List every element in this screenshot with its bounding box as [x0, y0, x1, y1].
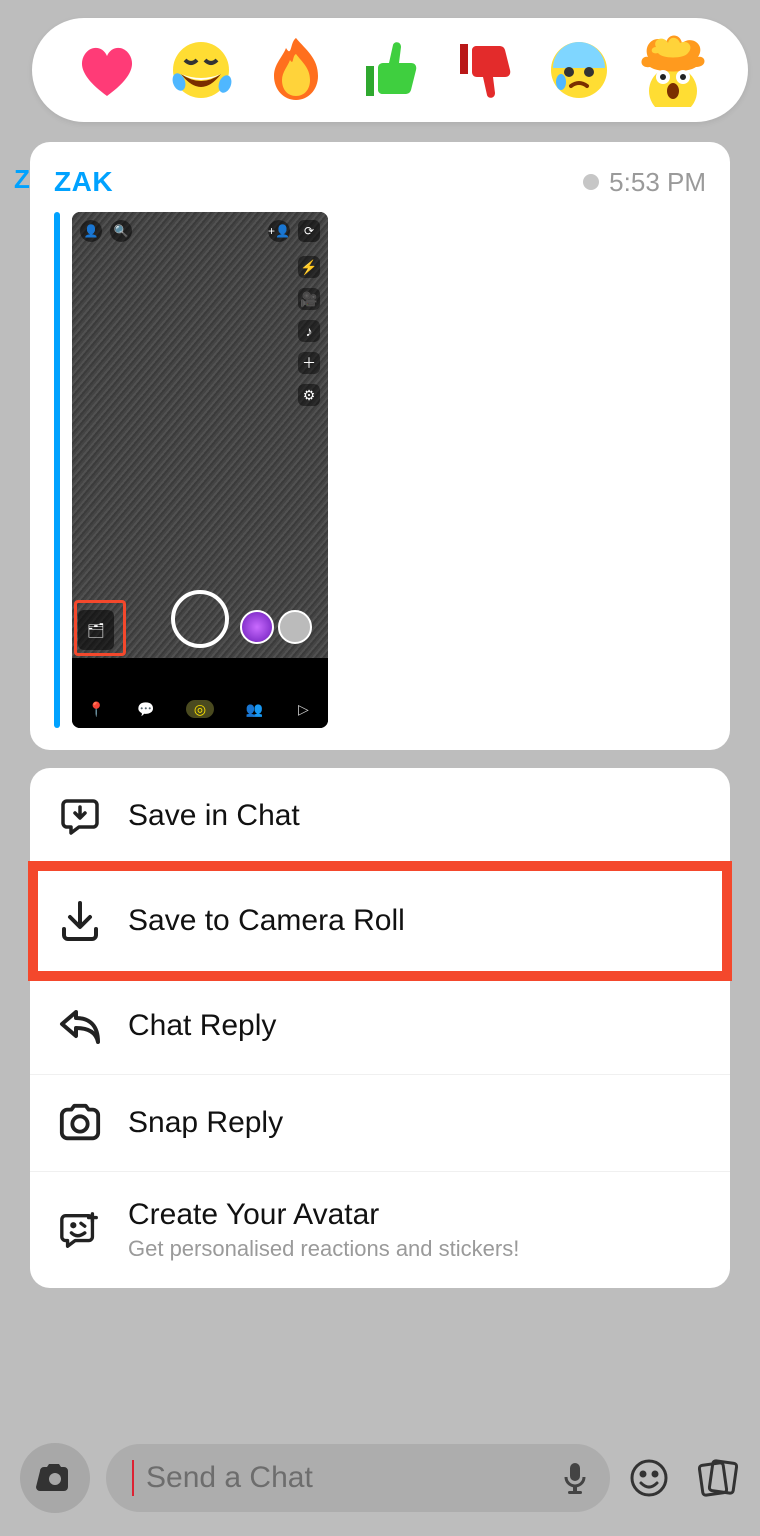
chat-reply-label: Chat Reply: [128, 1009, 276, 1043]
avatar-icon: [58, 1208, 102, 1252]
heart-emoji[interactable]: [70, 33, 144, 107]
emoji-icon[interactable]: [626, 1455, 672, 1501]
fire-emoji[interactable]: [259, 33, 333, 107]
create-avatar-label: Create Your Avatar: [128, 1198, 519, 1232]
save-in-chat-label: Save in Chat: [128, 799, 300, 833]
save-in-chat-item[interactable]: Save in Chat: [30, 768, 730, 864]
chat-icon: 💬: [137, 700, 155, 718]
lens-icon-2: [278, 610, 312, 644]
message-timestamp: 5:53 PM: [583, 167, 706, 198]
gallery-icon[interactable]: [694, 1455, 740, 1501]
shutter-button: [171, 590, 229, 648]
thumbs-up-emoji[interactable]: [353, 33, 427, 107]
chat-input[interactable]: Send a Chat: [106, 1444, 610, 1512]
spotlight-icon: ▷: [294, 700, 312, 718]
music-icon: ♪: [298, 320, 320, 342]
sender-name: ZAK: [54, 166, 113, 198]
search-icon: 🔍: [110, 220, 132, 242]
snap-thumbnail[interactable]: 👤 🔍 +👤 ⟳ ⚡ 🎥 ♪ ＋ ⚙ 🗂: [72, 212, 328, 728]
message-card: ZAK 5:53 PM 👤 🔍 +👤 ⟳ ⚡ 🎥: [30, 142, 730, 750]
crying-emoji[interactable]: [542, 33, 616, 107]
mind-blown-emoji[interactable]: [636, 33, 710, 107]
plus-icon: ＋: [298, 352, 320, 374]
save-to-camera-roll-item[interactable]: Save to Camera Roll: [30, 864, 730, 977]
save-to-camera-roll-label: Save to Camera Roll: [128, 904, 405, 938]
chat-placeholder: Send a Chat: [146, 1461, 550, 1495]
reply-icon: [58, 1004, 102, 1048]
profile-icon: 👤: [80, 220, 102, 242]
message-accent-bar: [54, 212, 60, 728]
stories-icon: 👥: [245, 700, 263, 718]
save-in-chat-icon: [58, 794, 102, 838]
memories-icon: 🗂: [78, 610, 114, 650]
video-icon: 🎥: [298, 288, 320, 310]
camera-button[interactable]: [20, 1443, 90, 1513]
flash-icon: ⚡: [298, 256, 320, 278]
chat-reply-item[interactable]: Chat Reply: [30, 977, 730, 1074]
add-friend-icon: +👤: [268, 220, 290, 242]
download-icon: [58, 899, 102, 943]
mic-icon[interactable]: [562, 1461, 588, 1495]
camera-tab-icon: ◎: [186, 700, 214, 718]
snap-reply-label: Snap Reply: [128, 1106, 283, 1140]
time-text: 5:53 PM: [609, 167, 706, 198]
reaction-bar: [32, 18, 748, 122]
text-cursor: [132, 1460, 134, 1496]
bottom-bar: Send a Chat: [0, 1420, 760, 1536]
snap-reply-item[interactable]: Snap Reply: [30, 1074, 730, 1171]
camera-icon: [58, 1101, 102, 1145]
settings-icon: ⚙: [298, 384, 320, 406]
create-avatar-sub: Get personalised reactions and stickers!: [128, 1236, 519, 1262]
lens-icon-1: [240, 610, 274, 644]
create-avatar-item[interactable]: Create Your Avatar Get personalised reac…: [30, 1171, 730, 1288]
map-icon: 📍: [88, 700, 106, 718]
status-dot: [583, 174, 599, 190]
laugh-cry-emoji[interactable]: [164, 33, 238, 107]
action-sheet: Save in Chat Save to Camera Roll Chat Re…: [30, 768, 730, 1288]
thumbs-down-emoji[interactable]: [447, 33, 521, 107]
